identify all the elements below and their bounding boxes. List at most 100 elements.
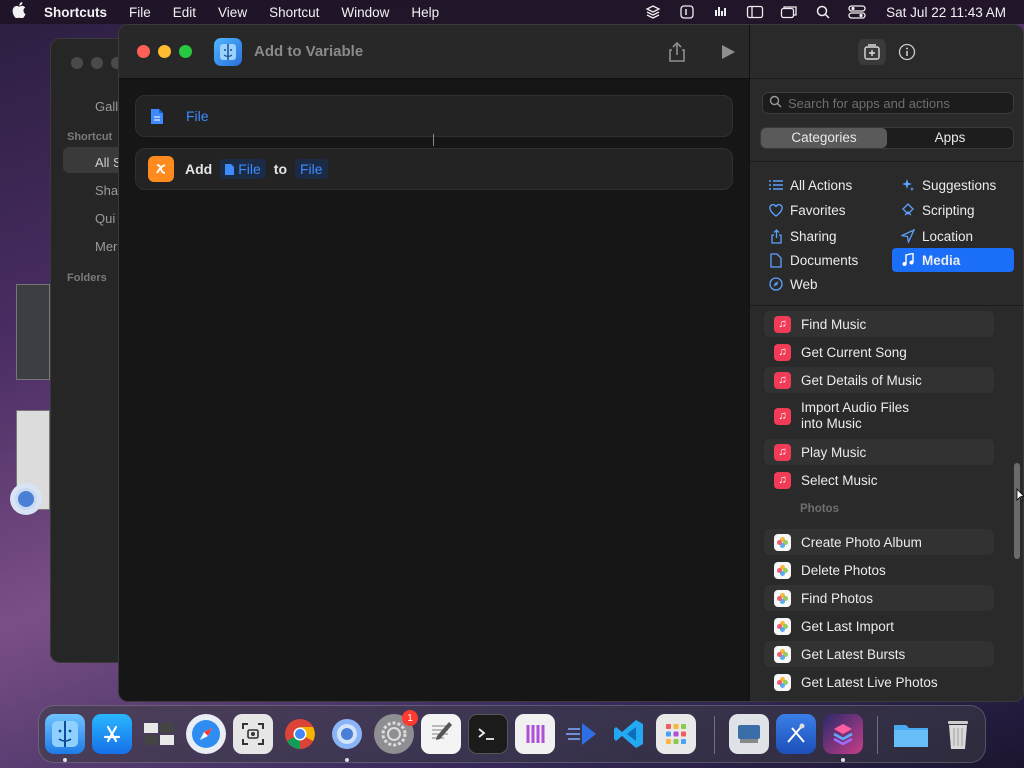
menu-file[interactable]: File [129,5,151,20]
app-store-icon[interactable] [92,714,132,754]
list-icon [768,177,784,193]
menu-help[interactable]: Help [411,5,439,20]
action-row-get-details-of-music[interactable]: ♫ Get Details of Music [764,367,994,393]
category-favorites[interactable]: Favorites [768,198,846,222]
xcode-build-icon[interactable] [562,714,602,754]
action-row-create-photo-album[interactable]: Create Photo Album [764,529,994,555]
status-box-icon[interactable] [678,4,696,20]
safari-icon[interactable] [186,714,226,754]
action-row-label: Import Audio Files into Music [801,400,910,431]
bg-sidebar-quick-actions[interactable]: Qui [95,211,115,226]
action-row-get-latest-bursts[interactable]: Get Latest Bursts [764,641,994,667]
layers-icon[interactable] [644,4,662,20]
running-indicator [345,758,349,762]
info-icon[interactable] [896,41,918,63]
shortcut-editor-window: Add to Variable File Add File to File Se… [118,24,1024,702]
screenshot-icon[interactable] [233,714,273,754]
search-icon[interactable] [814,4,832,20]
bg-sidebar-share-sheet[interactable]: Sha [95,183,118,198]
run-play-icon[interactable] [719,42,737,62]
notification-badge: 1 [402,710,418,726]
menu-shortcut[interactable]: Shortcut [269,5,319,20]
menu-bar: Shortcuts File Edit View Shortcut Window… [0,0,1024,24]
desktop-window-thumbnail[interactable] [16,284,50,380]
windows-icon[interactable] [780,4,798,20]
trash-icon[interactable] [938,714,978,754]
library-add-icon[interactable] [858,39,886,65]
category-location[interactable]: Location [900,224,973,248]
action-row-import-audio-files[interactable]: ♫ Import Audio Files into Music [764,395,994,437]
sidebar-icon[interactable] [746,4,764,20]
action-list-scrollbar[interactable] [1014,463,1020,559]
variable-name-token[interactable]: File [295,159,328,179]
shortcuts-icon[interactable] [823,714,863,754]
category-web[interactable]: Web [768,272,818,296]
dock-separator [877,716,878,754]
finder-icon[interactable] [45,714,85,754]
zoom-button[interactable] [179,45,192,58]
vscode-icon[interactable] [609,714,649,754]
system-settings-icon[interactable]: 1 [374,710,418,754]
share-icon[interactable] [667,41,687,63]
title-bar: Add to Variable [119,25,749,79]
editor-canvas[interactable]: File Add File to File [119,79,749,701]
chromium-icon[interactable] [327,714,367,754]
action-file[interactable]: File [135,95,733,137]
terminal-icon[interactable] [468,714,508,754]
finder-app-icon[interactable] [214,37,242,66]
minimize-button[interactable] [158,45,171,58]
bars-icon[interactable] [712,4,730,20]
category-label: Favorites [790,202,846,218]
chromium-thumbnail-icon[interactable] [10,483,42,515]
preview-scanner-icon[interactable] [729,714,769,754]
apple-menu-icon[interactable] [10,2,28,22]
action-row-select-music[interactable]: ♫ Select Music [764,467,994,493]
xcode-icon[interactable] [776,714,816,754]
category-documents[interactable]: Documents [768,248,858,272]
menu-clock[interactable]: Sat Jul 22 11:43 AM [886,5,1006,20]
preview-icon[interactable] [139,714,179,754]
action-add-to-variable[interactable]: Add File to File [135,148,733,190]
close-button[interactable] [137,45,150,58]
instruments-icon[interactable] [515,714,555,754]
category-suggestions[interactable]: Suggestions [900,173,996,197]
action-search-field[interactable] [762,92,1014,114]
action-row-get-last-import[interactable]: Get Last Import [764,613,994,639]
category-media[interactable]: Media [892,248,1014,272]
chrome-icon[interactable] [280,714,320,754]
menu-view[interactable]: View [218,5,247,20]
location-icon [900,228,916,244]
action-file-label[interactable]: File [186,108,209,124]
action-row-delete-photos[interactable]: Delete Photos [764,557,994,583]
action-row-find-photos[interactable]: Find Photos [764,585,994,611]
category-all-actions[interactable]: All Actions [768,173,852,197]
library-segmented-control[interactable]: Categories Apps [760,127,1014,149]
shortcut-title[interactable]: Add to Variable [254,43,363,60]
panel-toolbar [750,25,1023,79]
photos-app-icon [774,589,791,607]
background-traffic-lights [71,57,123,69]
bg-sidebar-gallery[interactable]: Gall [95,99,118,114]
music-note-icon [900,252,916,268]
bg-sidebar-menu-bar[interactable]: Mer [95,239,117,254]
action-row-play-music[interactable]: ♫ Play Music [764,439,994,465]
menu-app-name[interactable]: Shortcuts [44,5,107,20]
action-row-get-current-song[interactable]: ♫ Get Current Song [764,339,994,365]
category-scripting[interactable]: Scripting [900,198,975,222]
input-token[interactable]: File [220,159,266,179]
action-search-input[interactable] [788,95,1008,111]
control-center-icon[interactable] [848,4,866,20]
segment-categories[interactable]: Categories [761,128,887,148]
category-sharing[interactable]: Sharing [768,224,837,248]
action-row-get-latest-live-photos[interactable]: Get Latest Live Photos [764,669,994,695]
textedit-icon[interactable] [421,714,461,754]
launchpad-icon[interactable] [656,714,696,754]
music-app-icon: ♫ [774,371,791,389]
menu-edit[interactable]: Edit [173,5,196,20]
category-label: All Actions [790,177,853,193]
segment-apps[interactable]: Apps [887,128,1013,148]
menu-window[interactable]: Window [341,5,389,20]
action-row-find-music[interactable]: ♫ Find Music [764,311,994,337]
action-connector: to [273,161,287,177]
downloads-folder-icon[interactable] [891,714,931,754]
